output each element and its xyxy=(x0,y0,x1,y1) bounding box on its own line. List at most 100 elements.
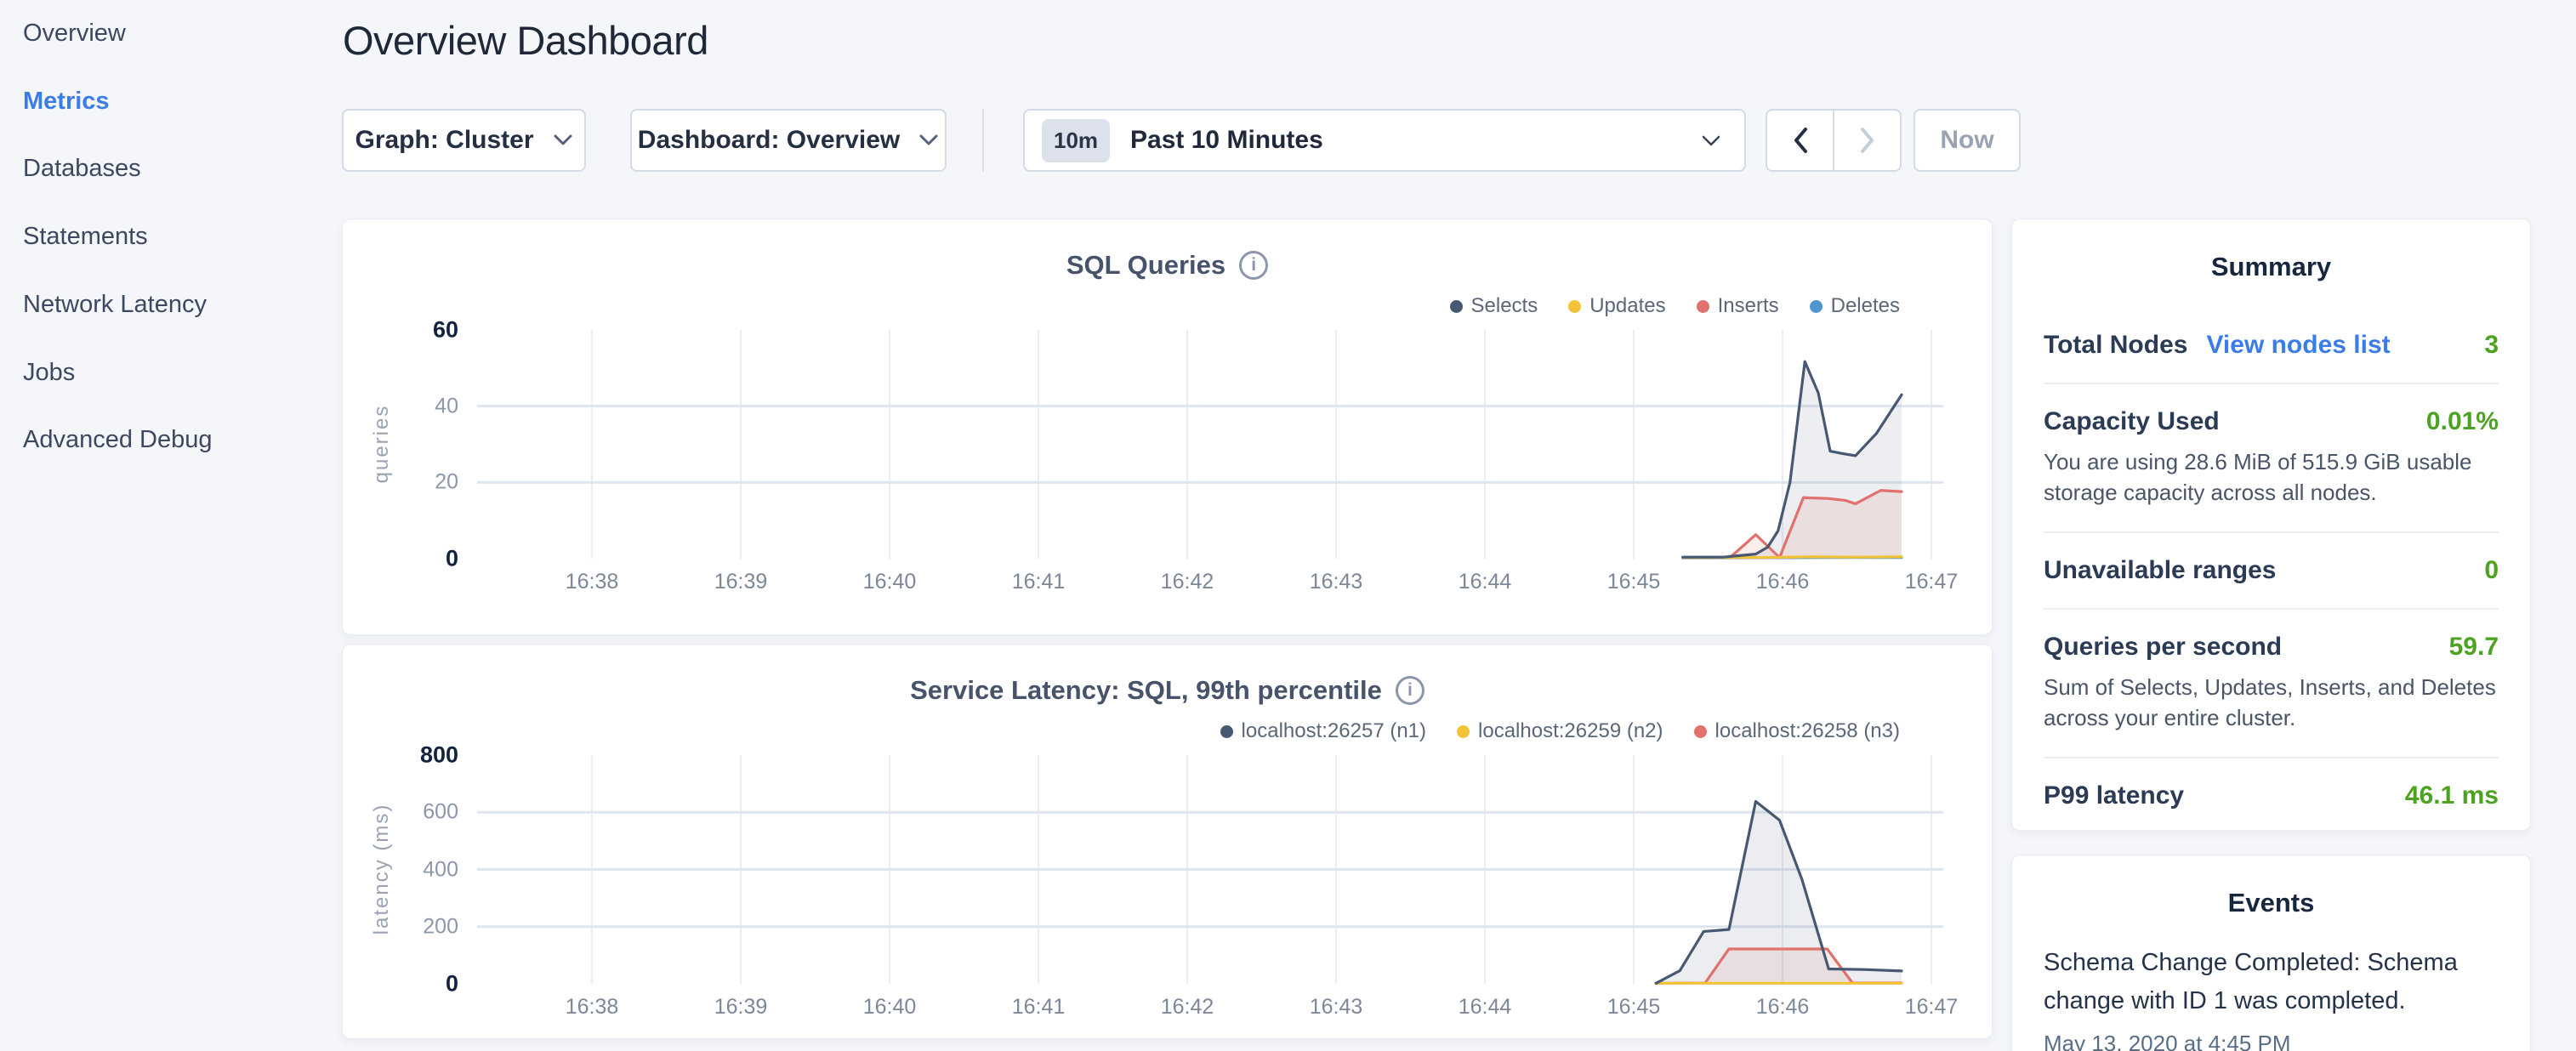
summary-row-queries-per-second: Queries per second 59.7 Sum of Selects, … xyxy=(2044,608,2499,757)
legend-label: localhost:26257 (n1) xyxy=(1242,719,1426,743)
event-date: May 13, 2020 at 4:45 PM xyxy=(2044,1031,2499,1051)
legend-dot-icon xyxy=(1450,300,1463,313)
info-icon[interactable]: i xyxy=(1396,676,1424,705)
sidebar-item-jobs[interactable]: Jobs xyxy=(23,359,75,387)
legend-dot-icon xyxy=(1220,725,1233,738)
x-tick-label: 16:45 xyxy=(1607,995,1661,1020)
sidebar-item-metrics[interactable]: Metrics xyxy=(23,88,110,116)
time-range-label: Past 10 Minutes xyxy=(1130,126,1323,155)
chart-legend: localhost:26257 (n1) localhost:26259 (n2)… xyxy=(1220,719,1900,743)
legend-item[interactable]: Inserts xyxy=(1697,294,1779,318)
y-tick-label: 0 xyxy=(358,971,458,997)
legend-label: Updates xyxy=(1589,294,1665,318)
sidebar-nav: Overview Metrics Databases Statements Networ… xyxy=(0,0,336,1051)
sidebar-item-advanced-debug[interactable]: Advanced Debug xyxy=(23,426,213,454)
y-axis-label: queries xyxy=(370,405,394,484)
x-tick-label: 16:44 xyxy=(1459,995,1512,1020)
summary-row-unavailable-ranges: Unavailable ranges 0 xyxy=(2044,531,2499,608)
sql-queries-chart-card: SQL Queries i Selects Updates Inserts Delet… xyxy=(342,219,1993,635)
y-tick-label: 800 xyxy=(358,742,458,769)
chart-title: SQL Queries xyxy=(1066,250,1225,281)
summary-label: Queries per second xyxy=(2044,633,2282,662)
x-tick-label: 16:39 xyxy=(714,995,768,1020)
graph-scope-dropdown-label: Graph: Cluster xyxy=(355,126,533,155)
legend-item[interactable]: localhost:26259 (n2) xyxy=(1457,719,1663,743)
legend-dot-icon xyxy=(1810,300,1823,313)
summary-row-p99-latency: P99 latency 46.1 ms xyxy=(2044,757,2499,833)
legend-item[interactable]: Updates xyxy=(1568,294,1665,318)
chart-plot[interactable] xyxy=(477,330,1943,559)
chart-title: Service Latency: SQL, 99th percentile xyxy=(910,675,1382,706)
summary-label: P99 latency xyxy=(2044,781,2184,810)
now-button[interactable]: Now xyxy=(1914,109,2021,172)
controls-bar: Graph: Cluster Dashboard: Overview 10m P… xyxy=(342,109,2043,172)
y-tick-label: 0 xyxy=(358,546,458,572)
legend-dot-icon xyxy=(1457,725,1470,738)
x-tick-label: 16:42 xyxy=(1161,570,1214,594)
x-tick-label: 16:43 xyxy=(1310,995,1363,1020)
info-icon[interactable]: i xyxy=(1239,251,1268,280)
x-tick-label: 16:38 xyxy=(566,995,619,1020)
chart-plot[interactable] xyxy=(477,755,1943,984)
service-latency-chart-card: Service Latency: SQL, 99th percentile i … xyxy=(342,644,1993,1039)
summary-description: Sum of Selects, Updates, Inserts, and De… xyxy=(2044,672,2499,734)
summary-value: 0 xyxy=(2484,556,2499,585)
controls-divider xyxy=(982,109,984,172)
summary-title: Summary xyxy=(2012,219,2530,282)
legend-item[interactable]: localhost:26257 (n1) xyxy=(1220,719,1426,743)
x-tick-label: 16:44 xyxy=(1459,570,1512,594)
event-list-item[interactable]: Schema Change Completed: Schema change w… xyxy=(2044,944,2499,1051)
legend-dot-icon xyxy=(1697,300,1709,313)
x-tick-label: 16:40 xyxy=(863,570,917,594)
summary-row-total-nodes: Total Nodes View nodes list 3 xyxy=(2044,308,2499,383)
sidebar-item-network-latency[interactable]: Network Latency xyxy=(23,291,207,319)
summary-value: 0.01% xyxy=(2426,407,2499,436)
summary-value: 59.7 xyxy=(2449,633,2499,662)
dashboard-dropdown[interactable]: Dashboard: Overview xyxy=(630,109,947,172)
x-tick-label: 16:47 xyxy=(1905,995,1959,1020)
x-tick-label: 16:43 xyxy=(1310,570,1363,594)
sidebar-item-statements[interactable]: Statements xyxy=(23,223,148,251)
x-tick-label: 16:42 xyxy=(1161,995,1214,1020)
legend-dot-icon xyxy=(1568,300,1581,313)
view-nodes-list-link[interactable]: View nodes list xyxy=(2206,331,2390,360)
summary-label: Total Nodes xyxy=(2044,331,2187,360)
legend-label: Deletes xyxy=(1831,294,1900,318)
legend-label: Inserts xyxy=(1718,294,1779,318)
x-tick-label: 16:40 xyxy=(863,995,917,1020)
time-step-back-button[interactable] xyxy=(1767,111,1833,170)
x-tick-label: 16:47 xyxy=(1905,570,1959,594)
graph-scope-dropdown[interactable]: Graph: Cluster xyxy=(342,109,586,172)
time-step-forward-button[interactable] xyxy=(1833,111,1900,170)
sidebar-item-overview[interactable]: Overview xyxy=(23,20,126,48)
time-step-buttons xyxy=(1766,109,1902,172)
x-tick-label: 16:45 xyxy=(1607,570,1661,594)
legend-label: Selects xyxy=(1471,294,1538,318)
time-range-selector[interactable]: 10m Past 10 Minutes xyxy=(1023,109,1746,172)
summary-description: You are using 28.6 MiB of 515.9 GiB usab… xyxy=(2044,446,2499,508)
x-tick-label: 16:38 xyxy=(566,570,619,594)
page-title: Overview Dashboard xyxy=(343,17,708,64)
chart-legend: Selects Updates Inserts Deletes xyxy=(1450,294,1901,318)
y-tick-label: 60 xyxy=(358,317,458,344)
dashboard-dropdown-label: Dashboard: Overview xyxy=(638,126,900,155)
legend-dot-icon xyxy=(1694,725,1707,738)
legend-label: localhost:26259 (n2) xyxy=(1478,719,1663,743)
summary-value: 46.1 ms xyxy=(2405,781,2499,810)
summary-label: Capacity Used xyxy=(2044,407,2220,436)
sidebar-item-databases[interactable]: Databases xyxy=(23,155,141,183)
x-tick-label: 16:46 xyxy=(1756,570,1810,594)
y-axis-label: latency (ms) xyxy=(370,804,394,935)
summary-row-capacity-used: Capacity Used 0.01% You are using 28.6 M… xyxy=(2044,383,2499,531)
legend-item[interactable]: Deletes xyxy=(1810,294,1900,318)
event-text: Schema Change Completed: Schema change w… xyxy=(2044,944,2499,1020)
chevron-down-icon xyxy=(553,134,573,147)
x-tick-label: 16:39 xyxy=(714,570,768,594)
summary-value: 3 xyxy=(2484,331,2499,360)
chevron-down-icon xyxy=(918,134,939,147)
x-tick-label: 16:46 xyxy=(1756,995,1810,1020)
legend-label: localhost:26258 (n3) xyxy=(1715,719,1900,743)
legend-item[interactable]: Selects xyxy=(1450,294,1538,318)
legend-item[interactable]: localhost:26258 (n3) xyxy=(1694,719,1900,743)
summary-label: Unavailable ranges xyxy=(2044,556,2276,585)
